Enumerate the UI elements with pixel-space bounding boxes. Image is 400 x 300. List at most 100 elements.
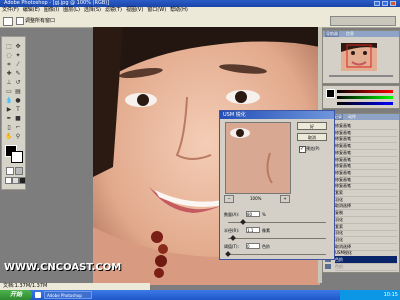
resize-windows-label: 调整所有窗口 xyxy=(25,18,56,24)
notes-tool-icon[interactable]: ▯ xyxy=(5,124,13,132)
tab-actions[interactable]: 动作 xyxy=(347,114,357,120)
watermark: WWW.CNCOAST.COM xyxy=(4,262,122,273)
gradient-tool-icon[interactable]: ▤ xyxy=(14,88,22,96)
menu-window[interactable]: 窗口(W) xyxy=(145,7,168,14)
radius-slider-thumb[interactable] xyxy=(229,235,236,241)
shape-tool-icon[interactable]: ■ xyxy=(14,115,22,123)
pen-tool-icon[interactable]: ✒ xyxy=(5,115,13,123)
crop-tool-icon[interactable]: ⌗ xyxy=(5,61,13,69)
zoom-out-button[interactable]: − xyxy=(224,195,234,203)
navigator-panel-header: 导航器 信息 xyxy=(323,31,399,37)
magic-wand-tool-icon[interactable]: ✦ xyxy=(14,52,22,60)
ok-button[interactable]: 好 xyxy=(297,122,327,130)
navigator-thumbnail[interactable] xyxy=(341,43,377,71)
history-item-label: 修复画笔 xyxy=(335,149,351,155)
blur-tool-icon[interactable]: 💧 xyxy=(5,97,13,105)
path-select-icon[interactable]: ▶ xyxy=(5,106,13,114)
menu-edit[interactable]: 编辑(E) xyxy=(21,7,42,14)
color-panel xyxy=(322,85,400,109)
menu-select[interactable]: 选择(S) xyxy=(82,7,103,14)
history-item-label: 取消选择 xyxy=(335,203,351,209)
amount-input[interactable]: 80 xyxy=(246,211,260,217)
history-item-label: 羽化 xyxy=(335,230,343,236)
history-item-label: 羽化 xyxy=(335,216,343,222)
quick-mask-icon[interactable] xyxy=(15,167,23,175)
amount-unit: % xyxy=(262,212,266,217)
taskbar-item-photoshop[interactable]: Adobe Photoshop xyxy=(44,291,92,299)
brush-tool-icon[interactable]: ✎ xyxy=(14,70,22,78)
toolbox: ⬚ ✥ ◌ ✦ ⌗ ⁄ ✚ ✎ ⊥ ↺ ▭ ▤ 💧 ● ▶ T ✒ ■ ▯ ⌐ … xyxy=(1,36,26,190)
screen-mode-full-menu-icon[interactable] xyxy=(12,177,19,184)
start-button[interactable]: 开始 xyxy=(0,290,32,300)
history-state-icon xyxy=(325,263,331,269)
desktop-icon[interactable] xyxy=(35,292,41,298)
red-slider[interactable] xyxy=(337,90,393,93)
dodge-tool-icon[interactable]: ● xyxy=(14,97,22,105)
radius-slider[interactable] xyxy=(228,235,326,241)
history-brush-icon[interactable]: ↺ xyxy=(14,79,22,87)
history-item-label: 修复画笔 xyxy=(335,123,351,128)
clock: 10:15 xyxy=(383,292,398,298)
resize-windows-checkbox[interactable] xyxy=(16,17,24,25)
eraser-tool-icon[interactable]: ▭ xyxy=(5,88,13,96)
dialog-preview[interactable] xyxy=(225,122,291,194)
history-item-label: 复制 xyxy=(335,210,343,216)
preview-checkbox[interactable]: ✓ xyxy=(299,146,306,153)
threshold-unit: 色阶 xyxy=(262,244,270,249)
menu-image[interactable]: 图像(I) xyxy=(42,7,61,14)
eyedropper-tool-icon[interactable]: ⌐ xyxy=(14,124,22,132)
zoom-tool-icon[interactable]: ⚲ xyxy=(14,133,22,141)
history-item-label: 色阶 xyxy=(335,263,343,269)
blue-slider[interactable] xyxy=(337,102,393,105)
maximize-button[interactable] xyxy=(382,1,388,6)
zoom-in-button[interactable]: + xyxy=(280,195,290,203)
green-slider[interactable] xyxy=(337,96,393,99)
history-item[interactable]: 色阶 xyxy=(325,263,397,271)
lasso-tool-icon[interactable]: ◌ xyxy=(5,52,13,60)
tab-info[interactable]: 信息 xyxy=(345,31,355,37)
document-status-bar: 文档:1.37M/1.37M xyxy=(0,283,150,290)
radius-label: 半径(R): xyxy=(224,228,240,233)
amount-label: 数量(A): xyxy=(224,212,240,217)
screen-mode-full-icon[interactable] xyxy=(19,177,26,184)
history-item-label: 修复画笔 xyxy=(335,163,351,169)
navigator-zoom-slider[interactable] xyxy=(329,75,393,77)
palette-well[interactable] xyxy=(330,16,396,26)
marquee-tool-icon[interactable]: ⬚ xyxy=(5,43,13,51)
zoom-tool-icon[interactable] xyxy=(3,17,13,26)
history-item-label: USM锐化 xyxy=(335,250,352,256)
clone-stamp-icon[interactable]: ⊥ xyxy=(5,79,13,87)
menu-file[interactable]: 文件(F) xyxy=(0,7,21,14)
move-tool-icon[interactable]: ✥ xyxy=(14,43,22,51)
type-tool-icon[interactable]: T xyxy=(14,106,22,114)
title-bar: Adobe Photoshop - [gj.jpg @ 100% (RGB)] xyxy=(0,0,400,7)
screen-mode-standard-icon[interactable] xyxy=(5,177,12,184)
threshold-label: 阈值(T): xyxy=(224,244,239,249)
threshold-slider[interactable] xyxy=(225,251,326,257)
history-item-label: 修复画笔 xyxy=(335,143,351,149)
menu-view[interactable]: 视图(V) xyxy=(124,7,145,14)
healing-brush-icon[interactable]: ✚ xyxy=(5,70,13,78)
history-item-label: 取消选择 xyxy=(335,243,351,249)
minimize-button[interactable] xyxy=(374,1,380,6)
navigator-panel: 导航器 信息 xyxy=(322,30,400,84)
history-item-label: 修复画笔 xyxy=(335,183,351,189)
menu-help[interactable]: 帮助(H) xyxy=(168,7,190,14)
amount-slider[interactable] xyxy=(228,219,326,225)
menu-layer[interactable]: 图层(L) xyxy=(61,7,82,14)
menu-filter[interactable]: 滤镜(T) xyxy=(103,7,124,14)
cancel-button[interactable]: 取消 xyxy=(297,133,327,141)
background-color-swatch[interactable] xyxy=(11,151,23,163)
threshold-slider-thumb[interactable] xyxy=(225,251,231,257)
tab-navigator[interactable]: 导航器 xyxy=(325,31,339,37)
document-size: 文档:1.37M/1.37M xyxy=(3,283,48,289)
standard-mode-icon[interactable] xyxy=(6,167,14,175)
color-foreground-swatch[interactable] xyxy=(326,89,335,98)
preview-zoom-level: 100% xyxy=(250,196,262,201)
amount-slider-thumb[interactable] xyxy=(240,219,247,225)
slice-tool-icon[interactable]: ⁄ xyxy=(14,61,22,69)
close-button[interactable] xyxy=(390,1,396,6)
threshold-input[interactable]: 0 xyxy=(246,243,260,249)
hand-tool-icon[interactable]: ✋ xyxy=(5,133,13,141)
radius-input[interactable]: 1.1 xyxy=(246,227,260,233)
